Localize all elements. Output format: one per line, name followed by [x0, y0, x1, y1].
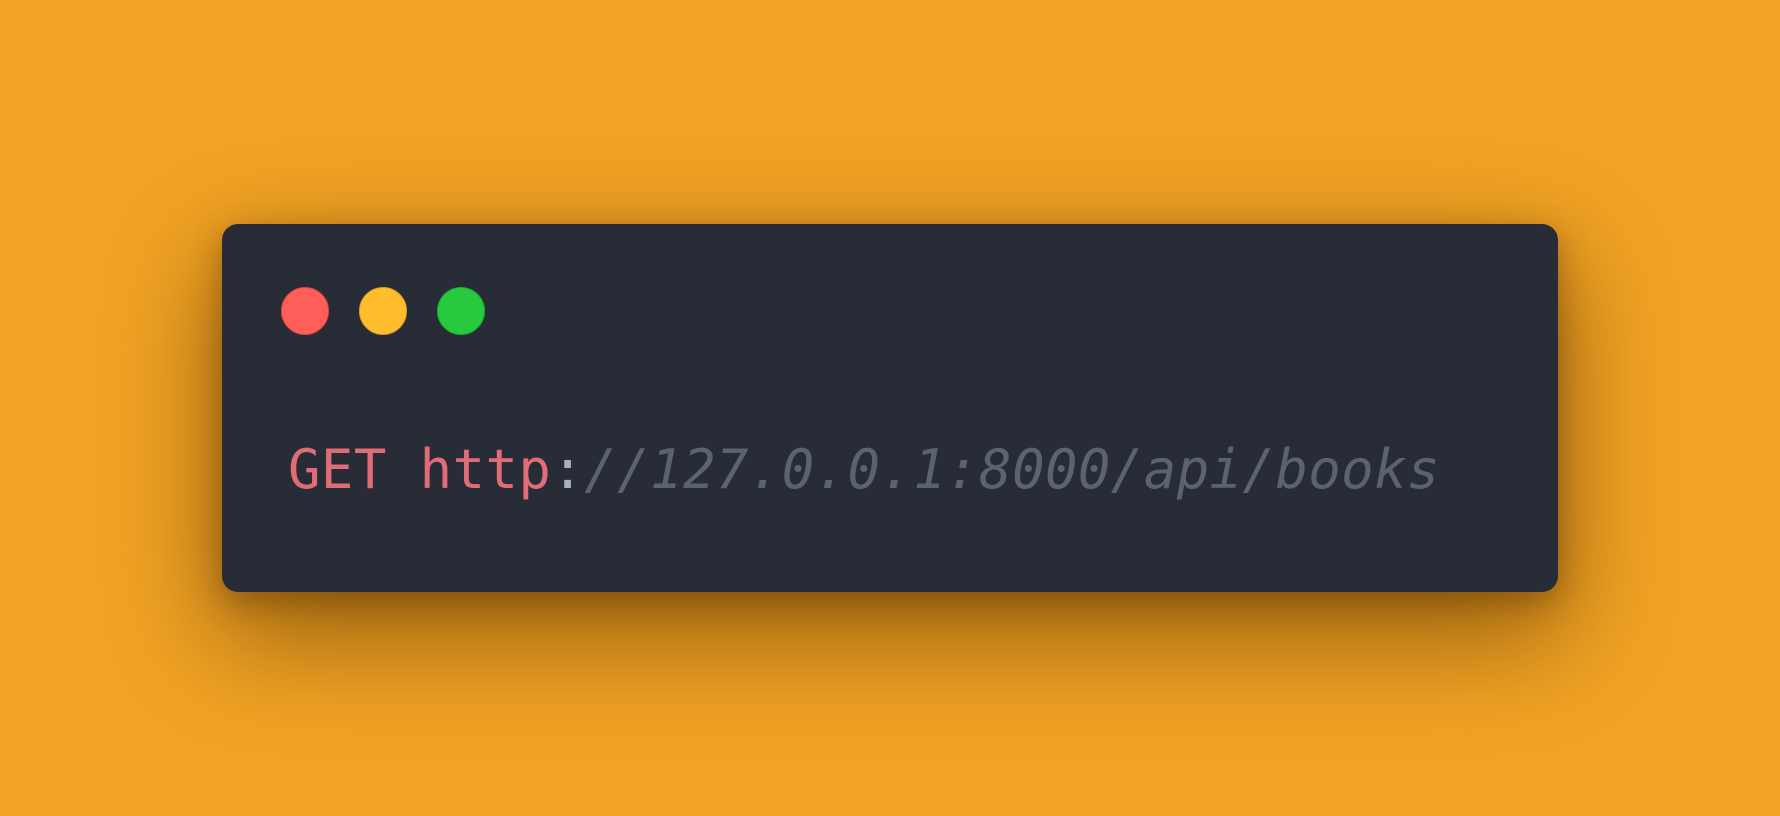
window-controls — [281, 287, 485, 335]
minimize-button[interactable] — [359, 287, 407, 335]
code-line: GET http://127.0.0.1:8000/api/books — [288, 437, 1440, 503]
code-window: GET http://127.0.0.1:8000/api/books — [222, 224, 1558, 592]
url-scheme: http — [419, 438, 552, 501]
http-method: GET — [288, 438, 387, 501]
maximize-button[interactable] — [437, 287, 485, 335]
url-path: //127.0.0.1:8000/api/books — [584, 438, 1440, 501]
page-background: { "window": { "controls": [ {"name": "cl… — [0, 0, 1780, 816]
close-button[interactable] — [281, 287, 329, 335]
url-colon: : — [551, 438, 585, 501]
